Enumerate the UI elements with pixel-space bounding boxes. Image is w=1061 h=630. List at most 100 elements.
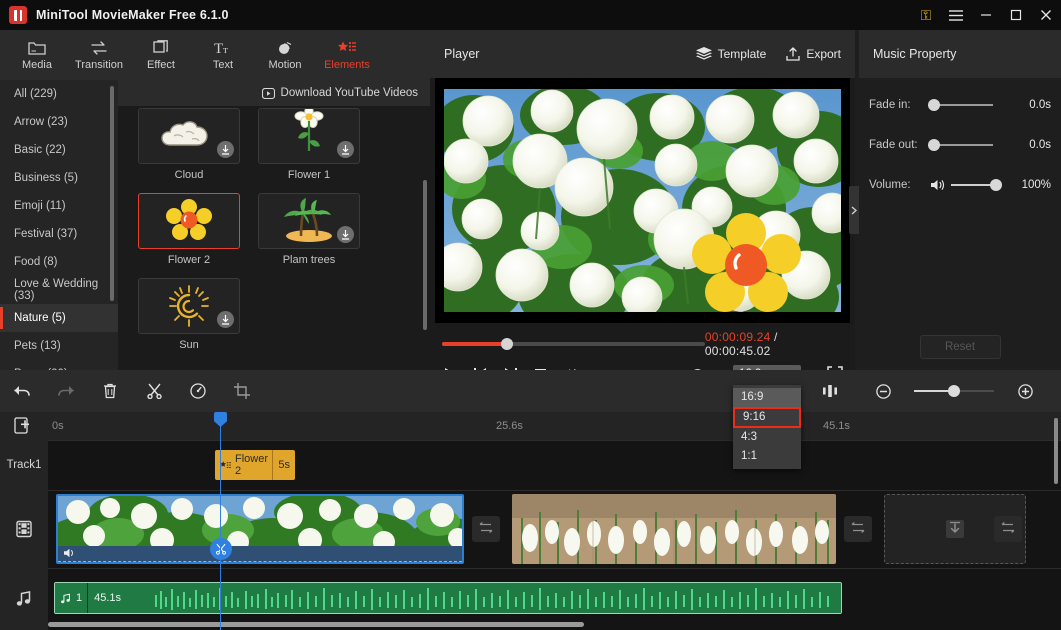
aspect-option-1-1[interactable]: 1:1 bbox=[733, 447, 801, 466]
category-festival[interactable]: Festival (37) bbox=[0, 220, 118, 248]
category-scrollbar[interactable] bbox=[110, 86, 114, 301]
reset-button[interactable]: Reset bbox=[919, 335, 1001, 359]
delete-button[interactable] bbox=[88, 370, 132, 412]
seek-knob[interactable] bbox=[501, 338, 513, 350]
zoom-controls bbox=[808, 370, 1061, 412]
maximize-button[interactable] bbox=[1001, 0, 1031, 30]
crop-button[interactable] bbox=[220, 370, 264, 412]
audio-clip-1[interactable]: 1 45.1s bbox=[54, 582, 842, 614]
split-at-playhead-button[interactable] bbox=[210, 538, 232, 560]
preview-frame bbox=[444, 89, 841, 312]
split-button[interactable] bbox=[132, 370, 176, 412]
chevron-right-icon bbox=[851, 205, 857, 215]
transition-slot-2[interactable] bbox=[844, 516, 872, 542]
track-head-audio bbox=[0, 568, 48, 630]
audio-clip-index: 1 bbox=[76, 592, 83, 604]
export-button[interactable]: Export bbox=[786, 47, 841, 61]
fade-in-knob[interactable] bbox=[928, 99, 940, 111]
element-card-flower-1[interactable]: Flower 1 bbox=[258, 108, 360, 181]
fade-out-label: Fade out: bbox=[869, 139, 918, 151]
category-love-wedding[interactable]: Love & Wedding (33) bbox=[0, 276, 118, 304]
menu-icon[interactable] bbox=[941, 0, 971, 30]
element-thumb-plam-trees bbox=[258, 193, 360, 249]
download-icon[interactable] bbox=[217, 311, 234, 328]
template-button[interactable]: Template bbox=[695, 47, 767, 61]
category-food[interactable]: Food (8) bbox=[0, 248, 118, 276]
category-nature[interactable]: Nature (5) bbox=[0, 304, 118, 332]
transition-icon bbox=[851, 522, 865, 533]
tab-media[interactable]: Media bbox=[6, 30, 68, 80]
transition-slot-3[interactable] bbox=[994, 516, 1022, 542]
download-icon[interactable] bbox=[337, 226, 354, 243]
time-separator: / bbox=[774, 330, 778, 344]
fit-timeline-button[interactable] bbox=[808, 370, 852, 412]
category-arrow[interactable]: Arrow (23) bbox=[0, 108, 118, 136]
property-panel: Music Property Fade in: 0.0s Fade out: 0… bbox=[859, 30, 1061, 370]
speed-button[interactable] bbox=[176, 370, 220, 412]
download-icon[interactable] bbox=[217, 141, 234, 158]
aspect-option-4-3[interactable]: 4:3 bbox=[733, 428, 801, 447]
timeline-vertical-scrollbar[interactable] bbox=[1054, 418, 1058, 484]
ruler-tick-1: 25.6s bbox=[496, 420, 523, 432]
aspect-option-9-16[interactable]: 9:16 bbox=[733, 406, 801, 428]
tab-effect[interactable]: Effect bbox=[130, 30, 192, 80]
clip-mute-icon[interactable] bbox=[64, 548, 76, 561]
element-card-sun[interactable]: Sun bbox=[138, 278, 240, 351]
element-card-cloud[interactable]: Cloud bbox=[138, 108, 240, 181]
element-card-flower-2[interactable]: Flower 2 bbox=[138, 193, 240, 266]
category-basic[interactable]: Basic (22) bbox=[0, 136, 118, 164]
category-all[interactable]: All (229) bbox=[0, 80, 118, 108]
tab-elements[interactable]: Elements bbox=[316, 30, 378, 80]
undo-button[interactable] bbox=[0, 370, 44, 412]
audio-clip-tag: 1 bbox=[55, 583, 87, 613]
zoom-out-button[interactable] bbox=[861, 370, 905, 412]
template-label: Template bbox=[717, 47, 767, 61]
element-track-lane[interactable]: Flower 2 5s bbox=[48, 440, 1061, 490]
panel-collapse-toggle[interactable] bbox=[849, 186, 859, 234]
category-business[interactable]: Business (5) bbox=[0, 164, 118, 192]
video-clip-1[interactable] bbox=[56, 494, 464, 564]
volume-speaker-icon[interactable] bbox=[931, 179, 945, 191]
timeline-ruler[interactable]: 0s 25.6s 45.1s bbox=[0, 412, 1061, 440]
category-emoji[interactable]: Emoji (11) bbox=[0, 192, 118, 220]
seek-slider[interactable] bbox=[442, 338, 705, 350]
minimize-button[interactable] bbox=[971, 0, 1001, 30]
zoom-in-button[interactable] bbox=[1003, 370, 1047, 412]
track1-label: Track1 bbox=[6, 459, 42, 471]
add-media-icon[interactable] bbox=[14, 417, 32, 435]
category-props[interactable]: Props (20) bbox=[0, 360, 118, 370]
transition-slot-1[interactable] bbox=[472, 516, 500, 542]
film-icon bbox=[16, 520, 32, 538]
key-icon[interactable]: ⚿ bbox=[911, 0, 941, 30]
fade-in-row: Fade in: 0.0s bbox=[859, 92, 1061, 118]
zoom-slider[interactable] bbox=[914, 385, 994, 397]
transition-icon bbox=[1001, 522, 1015, 533]
element-clip-flower-2[interactable]: Flower 2 5s bbox=[215, 450, 295, 480]
fade-out-knob[interactable] bbox=[928, 139, 940, 151]
audio-track-lane[interactable]: 1 45.1s bbox=[48, 568, 1061, 630]
video-track-lane[interactable] bbox=[48, 490, 1061, 568]
category-pets[interactable]: Pets (13) bbox=[0, 332, 118, 360]
element-thumb-flower-2 bbox=[138, 193, 240, 249]
tab-transition[interactable]: Transition bbox=[68, 30, 130, 80]
fade-out-slider[interactable] bbox=[928, 139, 993, 151]
zoom-knob[interactable] bbox=[948, 385, 960, 397]
video-clip-2[interactable] bbox=[512, 494, 836, 564]
playhead[interactable] bbox=[214, 412, 227, 630]
elements-scrollbar[interactable] bbox=[423, 180, 427, 330]
tab-motion[interactable]: Motion bbox=[254, 30, 316, 80]
volume-property-knob[interactable] bbox=[990, 179, 1002, 191]
timeline-horizontal-scrollbar[interactable] bbox=[48, 622, 584, 627]
preview-video[interactable] bbox=[444, 89, 841, 312]
volume-property-slider[interactable] bbox=[951, 179, 1002, 191]
cloud-icon bbox=[161, 121, 208, 146]
close-button[interactable] bbox=[1031, 0, 1061, 30]
download-youtube-button[interactable]: Download YouTube Videos bbox=[118, 80, 430, 106]
redo-button[interactable] bbox=[44, 370, 88, 412]
tab-text[interactable]: Tт Text bbox=[192, 30, 254, 80]
download-icon[interactable] bbox=[337, 141, 354, 158]
aspect-option-16-9[interactable]: 16:9 bbox=[733, 387, 801, 407]
fade-out-row: Fade out: 0.0s bbox=[859, 132, 1061, 158]
element-card-plam-trees[interactable]: Plam trees bbox=[258, 193, 360, 266]
fade-in-slider[interactable] bbox=[928, 99, 993, 111]
